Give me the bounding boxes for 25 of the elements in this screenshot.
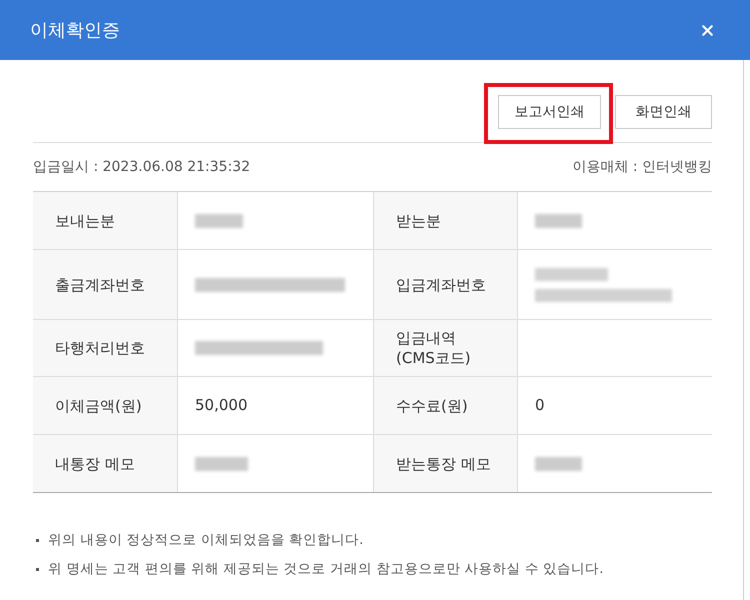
label-cell: 이체금액(원) — [33, 377, 177, 434]
banking-channel: 이용매체 : 인터넷뱅킹 — [572, 158, 712, 176]
bullet-icon — [36, 538, 39, 542]
transfer-date: 입금일시 : 2023.06.08 21:35:32 — [33, 158, 250, 176]
label-cell: 보내는분 — [33, 192, 177, 249]
label-cell: 받는분 — [373, 192, 517, 249]
label-cell: 타행처리번호 — [33, 320, 177, 376]
blurred-text — [535, 456, 582, 470]
blurred-text — [195, 456, 248, 470]
label-cell: 입금내역 (CMS코드) — [373, 320, 517, 376]
label-cell: 입금계좌번호 — [373, 250, 517, 319]
print-button[interactable]: 화면인쇄 — [615, 95, 712, 129]
label-cell: 내통장 메모 — [33, 435, 177, 492]
value-text: 0 — [535, 395, 545, 416]
note-text: 위의 내용이 정상적으로 이체되었음을 확인합니다. — [48, 531, 364, 550]
value-text: 50,000 — [195, 395, 248, 416]
bullet-icon — [36, 568, 39, 571]
label-cell: 수수료(원) — [373, 377, 517, 434]
label-cell: 출금계좌번호 — [33, 250, 177, 319]
label-cell: 받는통장 메모 — [373, 435, 517, 492]
print-button[interactable]: 보고서인쇄 — [498, 95, 601, 129]
blurred-text — [535, 214, 582, 228]
note-text: 위 명세는 고객 편의를 위해 제공되는 것으로 거래의 참고용으로만 사용하실 수 있습니다. — [48, 560, 604, 580]
blurred-text — [195, 214, 243, 228]
dialog-title: 이체확인증 — [30, 18, 120, 42]
